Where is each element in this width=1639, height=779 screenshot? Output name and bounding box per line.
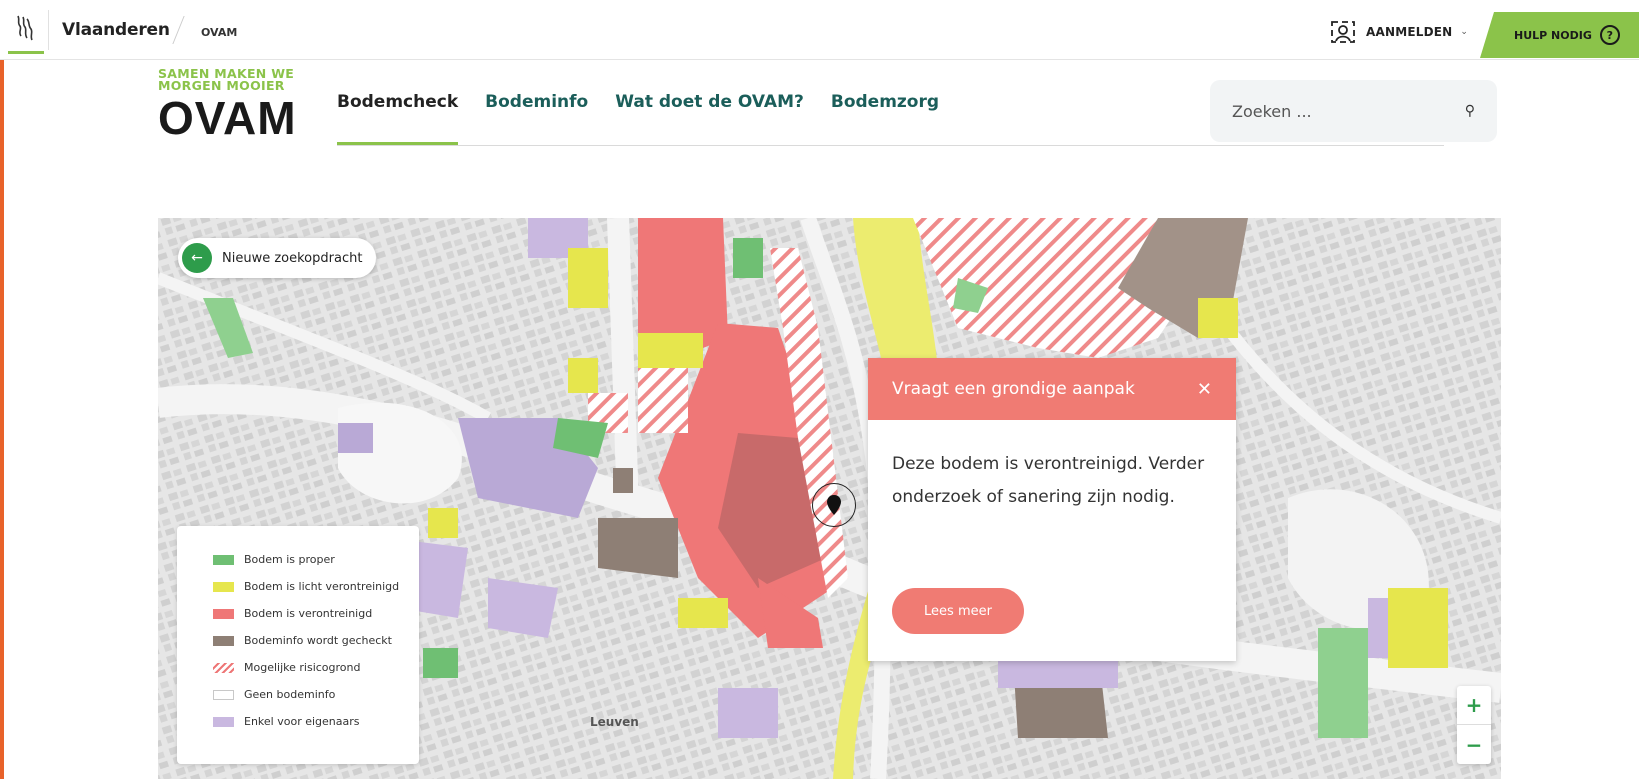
government-top-bar: Vlaanderen OVAM AANMELDEN ⌄ HULP NODIG ? (0, 0, 1639, 60)
popup-title: Vraagt een grondige aanpak (892, 379, 1135, 399)
arrow-left-icon: ← (182, 243, 212, 273)
help-button[interactable]: HULP NODIG ? (1480, 12, 1639, 58)
lion-icon (17, 15, 33, 41)
legend-swatch-hatched (213, 662, 234, 673)
organisation-name-link[interactable]: OVAM (201, 26, 237, 39)
legend-label: Mogelijke risicogrond (244, 661, 361, 674)
popup-body: Deze bodem is verontreinigd. Verder onde… (892, 454, 1205, 507)
popup-header: Vraagt een grondige aanpak ✕ (868, 358, 1236, 420)
soil-status-popup: Vraagt een grondige aanpak ✕ Deze bodem … (868, 358, 1236, 661)
legend-label: Bodem is verontreinigd (244, 607, 373, 620)
map-legend: Bodem is proper Bodem is licht verontrei… (177, 526, 419, 764)
search-input[interactable] (1232, 101, 1432, 121)
brand-logo-text: OVAM (158, 92, 297, 144)
legend-label: Bodem is licht verontreinigd (244, 580, 400, 593)
legend-swatch-brown (213, 635, 234, 646)
search-box: ⚲ (1210, 80, 1497, 142)
map-pin-icon (827, 495, 841, 515)
new-search-button[interactable]: ← Nieuwe zoekopdracht (178, 238, 377, 278)
soil-map[interactable]: ← Nieuwe zoekopdracht Leuven Bodem is pr… (158, 218, 1501, 779)
legend-swatch-purple (213, 716, 234, 727)
question-icon: ? (1599, 25, 1620, 45)
nav-item-bodemzorg[interactable]: Bodemzorg (831, 92, 939, 146)
legend-swatch-green (213, 554, 234, 565)
left-edge-accent (0, 52, 4, 779)
zoom-controls: + − (1457, 686, 1491, 764)
nav-item-bodemcheck[interactable]: Bodemcheck (337, 92, 459, 146)
new-search-label: Nieuwe zoekopdracht (222, 250, 363, 266)
legend-swatch-empty (213, 689, 234, 700)
legend-row: Bodem is licht verontreinigd (213, 573, 419, 600)
login-label: AANMELDEN (1366, 25, 1453, 39)
government-name-link[interactable]: Vlaanderen (62, 20, 170, 40)
nav-item-bodeminfo[interactable]: Bodeminfo (485, 92, 588, 146)
breadcrumb-slash (172, 16, 185, 44)
legend-row: Bodem is proper (213, 546, 419, 573)
city-label: Leuven (590, 715, 639, 729)
flanders-lion-logo[interactable] (8, 14, 44, 54)
legend-label: Enkel voor eigenaars (244, 715, 360, 728)
ovam-brand-logo[interactable]: SAMEN MAKEN WE MORGEN MOOIER OVAM (158, 67, 297, 144)
main-navigation: Bodemcheck Bodeminfo Wat doet de OVAM? B… (337, 92, 939, 146)
legend-row: Mogelijke risicogrond (213, 654, 419, 681)
chevron-down-icon: ⌄ (1460, 27, 1468, 37)
zoom-out-button[interactable]: − (1457, 725, 1491, 764)
legend-row: Geen bodeminfo (213, 681, 419, 708)
help-label: HULP NODIG (1514, 28, 1592, 42)
legend-row: Enkel voor eigenaars (213, 708, 419, 735)
topbar-separator (48, 10, 49, 50)
legend-row: Bodeminfo wordt gecheckt (213, 627, 419, 654)
search-icon[interactable]: ⚲ (1465, 103, 1475, 119)
close-icon[interactable]: ✕ (1197, 379, 1212, 400)
legend-row: Bodem is verontreinigd (213, 600, 419, 627)
location-marker[interactable] (812, 483, 856, 527)
brand-tagline-line2: MORGEN MOOIER (158, 78, 285, 93)
legend-label: Bodem is proper (244, 553, 335, 566)
zoom-in-button[interactable]: + (1457, 686, 1491, 725)
legend-swatch-yellow (213, 581, 234, 592)
nav-item-wat-doet-de-ovam[interactable]: Wat doet de OVAM? (615, 92, 804, 146)
legend-label: Geen bodeminfo (244, 688, 336, 701)
nav-divider (337, 145, 1444, 146)
login-button[interactable]: AANMELDEN ⌄ (1328, 18, 1468, 46)
read-more-button[interactable]: Lees meer (892, 588, 1024, 634)
legend-label: Bodeminfo wordt gecheckt (244, 634, 392, 647)
legend-swatch-red (213, 608, 234, 619)
user-profile-icon (1331, 21, 1355, 43)
